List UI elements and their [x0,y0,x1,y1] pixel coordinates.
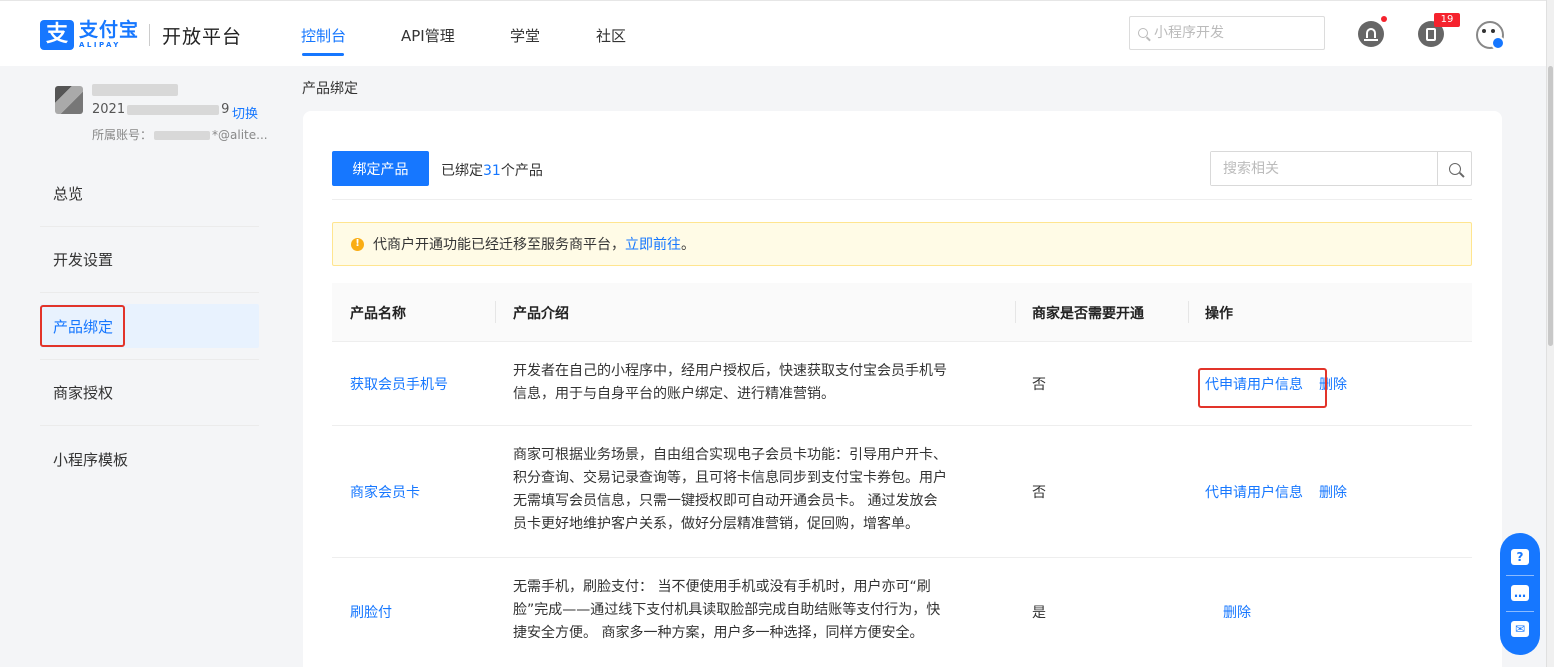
go-now-link[interactable]: 立即前往 [625,234,681,254]
delete-link[interactable]: 删除 [1319,482,1347,502]
sidebar-divider [40,359,259,360]
product-description: 商家可根据业务场景，自由组合实现电子会员卡功能：引导用户开卡、 积分查询、交易记… [513,447,947,532]
bind-product-button[interactable]: 绑定产品 [332,151,429,186]
account-redacted [154,131,211,140]
scrollbar-thumb[interactable] [1548,66,1553,346]
apply-user-info-link[interactable]: 代申请用户信息 [1205,374,1303,394]
logo-divider [149,24,151,46]
sidebar-divider [40,292,259,293]
row-actions: 代申请用户信息 删除 [1205,374,1363,394]
card-divider [332,199,1472,200]
alipay-logo[interactable]: 支 支付宝 ALIPAY 开放平台 [40,20,242,50]
sidebar-item-merchant-auth[interactable]: 商家授权 [40,370,259,414]
product-description: 无需手机，刷脸支付： 当不便使用手机或没有手机时，用户亦可“刷 脸”完成——通过… [513,579,941,641]
product-binding-card: 绑定产品 已绑定31个产品 ! 代商户开通功能已经迁移至服务商平台，立即前往。 … [303,111,1502,667]
bound-product-count: 已绑定31个产品 [441,163,543,179]
table-header: 产品名称 产品介绍 商家是否需要开通 操作 [332,283,1472,342]
product-name-link[interactable]: 商家会员卡 [350,482,420,502]
app-id: 2021 9 [92,102,230,117]
delete-link[interactable]: 删除 [1223,602,1251,622]
activation-required: 是 [1032,605,1046,621]
page-scrollbar[interactable] [1546,0,1554,667]
app-name-redacted [92,84,178,96]
search-icon [1448,162,1461,175]
column-header-product-name: 产品名称 [350,306,406,322]
sidebar-item-product-binding[interactable]: 产品绑定 [40,304,259,348]
delete-link[interactable]: 删除 [1319,374,1347,394]
help-icon[interactable]: ? [1511,549,1529,565]
page-title: 产品绑定 [302,81,358,97]
message-count-badge: 19 [1434,13,1460,27]
brand-name-cn: 支付宝 [79,19,140,41]
row-actions: 代申请用户信息 删除 [1205,482,1363,502]
nav-tab-api-management[interactable]: API管理 [401,25,455,46]
chat-icon[interactable]: … [1511,585,1529,601]
account-info: 所属账号： *@alite... [92,128,268,142]
app-id-redacted [127,104,220,115]
top-navigation-bar: 支 支付宝 ALIPAY 开放平台 控制台 API管理 学堂 社区 19 [0,0,1546,66]
notification-dot [1381,16,1387,22]
apply-user-info-link[interactable]: 代申请用户信息 [1205,482,1303,502]
row-actions: 删除 [1223,602,1267,622]
table-row: 商家会员卡 商家可根据业务场景，自由组合实现电子会员卡功能：引导用户开卡、 积分… [332,426,1472,558]
column-header-merchant-activation: 商家是否需要开通 [1032,306,1144,322]
product-name-link[interactable]: 获取会员手机号 [350,374,448,394]
app-icon [55,86,83,114]
nav-tab-console[interactable]: 控制台 [301,25,346,46]
product-description: 开发者在自己的小程序中，经用户授权后，快速获取支付宝会员手机号 信息，用于与自身… [513,363,947,402]
column-header-actions: 操作 [1205,306,1233,322]
feedback-icon[interactable]: ✉ [1511,621,1529,637]
sidebar-divider [40,226,259,227]
product-name-link[interactable]: 刷脸付 [350,602,392,622]
top-search-box[interactable] [1129,16,1325,50]
floating-help-panel: ? … ✉ [1500,533,1540,655]
sidebar-item-miniapp-templates[interactable]: 小程序模板 [40,437,259,481]
activation-required: 否 [1032,377,1046,393]
switch-app-link[interactable]: 切换 [232,103,258,122]
table-row: 获取会员手机号 开发者在自己的小程序中，经用户授权后，快速获取支付宝会员手机号 … [332,342,1472,426]
warning-icon: ! [351,237,364,251]
platform-title: 开放平台 [162,25,243,48]
column-header-description: 产品介绍 [513,306,569,322]
table-row: 刷脸付 无需手机，刷脸支付： 当不便使用手机或没有手机时，用户亦可“刷 脸”完成… [332,558,1472,667]
user-avatar[interactable] [1476,21,1505,50]
sidebar-divider [40,425,259,426]
notification-bell-icon[interactable] [1358,21,1384,47]
product-search-button[interactable] [1437,152,1471,185]
alipay-logo-icon: 支 [40,20,74,50]
nav-tab-community[interactable]: 社区 [596,25,626,46]
brand-name-en: ALIPAY [79,41,121,49]
avatar-status-icon [1491,36,1505,50]
sidebar-item-dev-settings[interactable]: 开发设置 [40,237,259,281]
product-search-box [1210,151,1472,186]
product-table: 产品名称 产品介绍 商家是否需要开通 操作 获取会员手机号 开发者在自己的小程序… [332,283,1472,667]
sidebar-item-overview[interactable]: 总览 [40,171,259,215]
active-tab-indicator [302,53,344,56]
activation-required: 否 [1032,485,1046,501]
top-search-input[interactable] [1154,25,1314,41]
migration-notice: ! 代商户开通功能已经迁移至服务商平台， 立即前往。 [332,222,1472,266]
nav-tab-academy[interactable]: 学堂 [510,25,540,46]
sidebar: 2021 9 切换 所属账号： *@alite... 总览 开发设置 产品绑定 商家… [0,66,280,667]
product-search-input[interactable] [1211,152,1437,185]
search-icon [1138,28,1148,38]
